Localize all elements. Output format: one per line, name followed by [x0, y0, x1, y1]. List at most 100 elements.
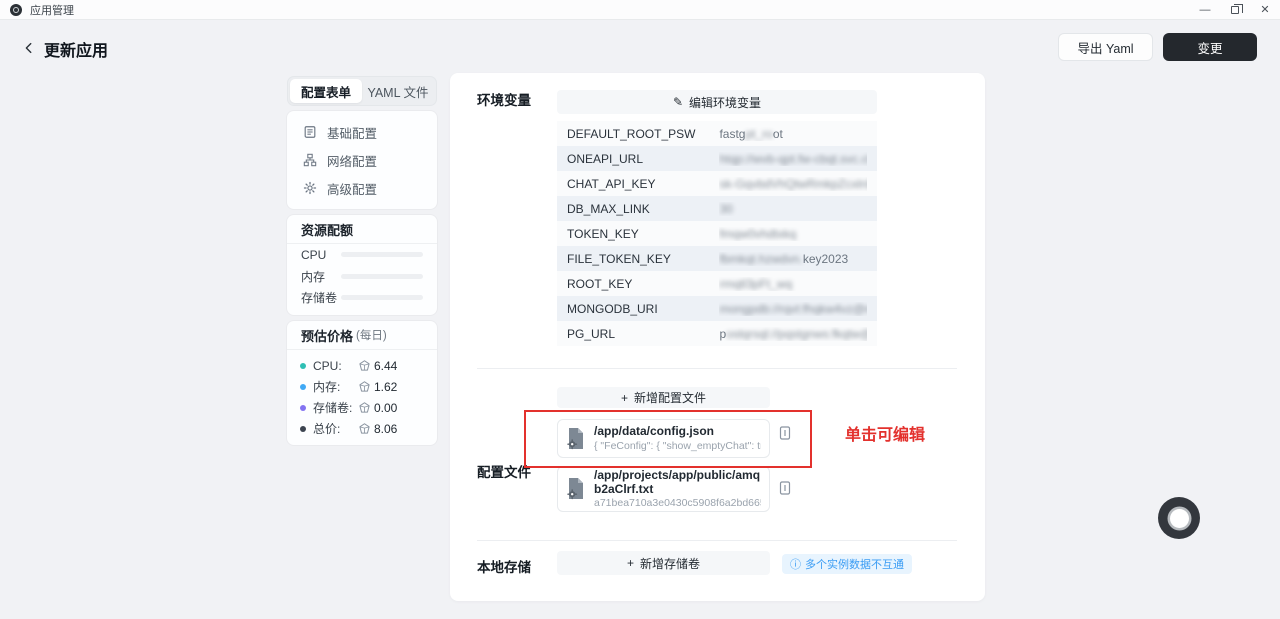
- env-row: PG_URL postqrsql://pqstgnws:fkqtw@pg.lqs…: [557, 321, 877, 346]
- file-gear-icon: [566, 427, 586, 451]
- env-value: htqp://wvb-qpt.fw-cbqt.svc.clgstor.lq:30…: [719, 152, 867, 166]
- coin-icon: [359, 423, 370, 434]
- env-key: DEFAULT_ROOT_PSW: [567, 127, 719, 141]
- nav-item-label: 网络配置: [327, 151, 377, 170]
- config-file-name: /app/projects/app/public/amqb2aClrf.txt: [594, 469, 761, 497]
- nav-item-network-config[interactable]: 网络配置: [287, 146, 437, 174]
- tab-config-form[interactable]: 配置表单: [290, 79, 362, 103]
- env-value: fmqw0vhdtxkq: [719, 227, 867, 241]
- quota-row: 内存: [287, 266, 437, 288]
- env-row: DB_MAX_LINK 30: [557, 196, 877, 221]
- env-value: mongpdb://rqvt:fhqkw4vz@mgqdb.lqst:2701.…: [719, 302, 867, 316]
- delete-config-file-button[interactable]: [777, 425, 793, 441]
- price-subtitle: (每日): [356, 327, 387, 343]
- config-mode-tabs: 配置表单 YAML 文件: [287, 76, 437, 106]
- env-value: fastgpt_root: [719, 127, 867, 141]
- env-key: ROOT_KEY: [567, 277, 719, 291]
- redacted-value: 30: [719, 202, 732, 216]
- env-key: ONEAPI_URL: [567, 152, 719, 166]
- env-key: CHAT_API_KEY: [567, 177, 719, 191]
- redacted-value: htqp://wvb-qpt.fw-cbqt.svc.clgstor.lq:30…: [719, 152, 867, 166]
- trash-icon: [779, 426, 791, 440]
- app-logo-icon: [10, 4, 22, 16]
- storage-note-badge: ⓘ 多个实例数据不互通: [782, 554, 912, 574]
- resource-quota-title: 资源配额: [287, 215, 437, 244]
- redacted-value: ostqrsql://pqstgnws:fkqtw@pg.lqsv:5432..…: [726, 327, 867, 341]
- plus-icon: +: [627, 556, 634, 570]
- window-titlebar: 应用管理 — ✕: [0, 0, 1280, 20]
- edit-env-button[interactable]: ✎ 编辑环境变量: [557, 90, 877, 114]
- add-config-file-button[interactable]: + 新增配置文件: [557, 387, 770, 408]
- minimize-button[interactable]: —: [1190, 0, 1220, 20]
- env-key: TOKEN_KEY: [567, 227, 719, 241]
- coin-icon: [359, 402, 370, 413]
- redacted-value: fbmkqt.hzwdvn.: [719, 252, 802, 266]
- price-color-dot: [300, 384, 306, 390]
- close-button[interactable]: ✕: [1250, 0, 1280, 20]
- redacted-value: rmqtl3pFt_wq: [719, 277, 792, 291]
- estimated-price-card: 预估价格 (每日) CPU: 6.44 内存: 1.62 存储卷:: [287, 321, 437, 445]
- redacted-value: sk-GqvbdVhQtwRmkpZcxlnDyfjLbsaTe8vKq4Hxw: [719, 177, 867, 191]
- form-icon: [302, 125, 317, 140]
- resource-quota-card: 资源配额 CPU 内存 存储卷: [287, 215, 437, 315]
- env-table: DEFAULT_ROOT_PSW fastgpt_root ONEAPI_URL…: [557, 121, 877, 346]
- nav-item-basic-config[interactable]: 基础配置: [287, 118, 437, 146]
- page-header: 更新应用 导出 Yaml 变更: [0, 20, 1280, 75]
- back-chevron-icon: [22, 41, 36, 55]
- nav-item-advanced-config[interactable]: 高级配置: [287, 174, 437, 202]
- local-storage-section-title: 本地存储: [477, 556, 531, 576]
- config-file-preview: a71bea710a3e0430c5908f6a2bd66526: [594, 497, 761, 509]
- page-title: 更新应用: [44, 37, 108, 61]
- floating-assistive-button[interactable]: [1158, 497, 1200, 539]
- restore-window-icon: [1231, 6, 1239, 14]
- update-app-form-panel: 环境变量 ✎ 编辑环境变量 DEFAULT_ROOT_PSW fastgpt_r…: [450, 73, 985, 601]
- restore-button[interactable]: [1220, 0, 1250, 20]
- window-controls: — ✕: [1190, 0, 1280, 20]
- network-icon: [302, 153, 317, 168]
- gear-icon: [302, 181, 317, 196]
- add-storage-volume-button[interactable]: + 新增存储卷: [557, 551, 770, 575]
- env-row: MONGODB_URI mongpdb://rqvt:fhqkw4vz@mgqd…: [557, 296, 877, 321]
- nav-item-label: 高级配置: [327, 179, 377, 198]
- env-row: CHAT_API_KEY sk-GqvbdVhQtwRmkpZcxlnDyfjL…: [557, 171, 877, 196]
- env-key: DB_MAX_LINK: [567, 202, 719, 216]
- apply-change-button[interactable]: 变更: [1163, 33, 1257, 61]
- coin-icon: [359, 381, 370, 392]
- config-file-item-txt[interactable]: /app/projects/app/public/amqb2aClrf.txt …: [557, 466, 770, 512]
- info-icon: ⓘ: [790, 556, 801, 572]
- env-value: rmqtl3pFt_wq: [719, 277, 867, 291]
- env-value: sk-GqvbdVhQtwRmkpZcxlnDyfjLbsaTe8vKq4Hxw: [719, 177, 867, 191]
- price-row: 存储卷: 0.00: [287, 397, 437, 418]
- annotation-text: 单击可编辑: [845, 421, 925, 445]
- quota-row: CPU: [287, 244, 437, 266]
- plus-icon: +: [621, 391, 628, 405]
- env-row: DEFAULT_ROOT_PSW fastgpt_root: [557, 121, 877, 146]
- tab-yaml-file[interactable]: YAML 文件: [362, 79, 434, 103]
- back-button[interactable]: [20, 39, 38, 57]
- section-divider: [477, 368, 957, 369]
- redacted-value: mongpdb://rqvt:fhqkw4vz@mgqdb.lqst:2701.…: [719, 302, 867, 316]
- env-row: ROOT_KEY rmqtl3pFt_wq: [557, 271, 877, 296]
- env-value: postqrsql://pqstgnws:fkqtw@pg.lqsv:5432.…: [719, 327, 867, 341]
- price-color-dot: [300, 426, 306, 432]
- quota-bar-track: [341, 295, 423, 300]
- pencil-icon: ✎: [673, 95, 683, 109]
- price-row: CPU: 6.44: [287, 355, 437, 376]
- config-nav-card: 基础配置 网络配置 高级配置: [287, 111, 437, 209]
- quota-rows: CPU 内存 存储卷: [287, 244, 437, 309]
- section-divider: [477, 540, 957, 541]
- export-yaml-button[interactable]: 导出 Yaml: [1058, 33, 1153, 61]
- file-gear-icon: [566, 477, 586, 501]
- env-key: FILE_TOKEN_KEY: [567, 252, 719, 266]
- env-key: PG_URL: [567, 327, 719, 341]
- quota-bar-track: [341, 274, 423, 279]
- price-row: 总价: 8.06: [287, 418, 437, 439]
- quota-bar-track: [341, 252, 423, 257]
- assistive-circle-icon: [1170, 509, 1189, 528]
- delete-config-file-button[interactable]: [777, 480, 793, 496]
- estimated-price-title: 预估价格 (每日): [287, 321, 437, 350]
- env-value: 30: [719, 202, 867, 216]
- config-file-name: /app/data/config.json: [594, 425, 761, 439]
- price-rows: CPU: 6.44 内存: 1.62 存储卷: 0.00: [287, 350, 437, 439]
- config-file-item-json[interactable]: /app/data/config.json { "FeConfig": { "s…: [557, 419, 770, 458]
